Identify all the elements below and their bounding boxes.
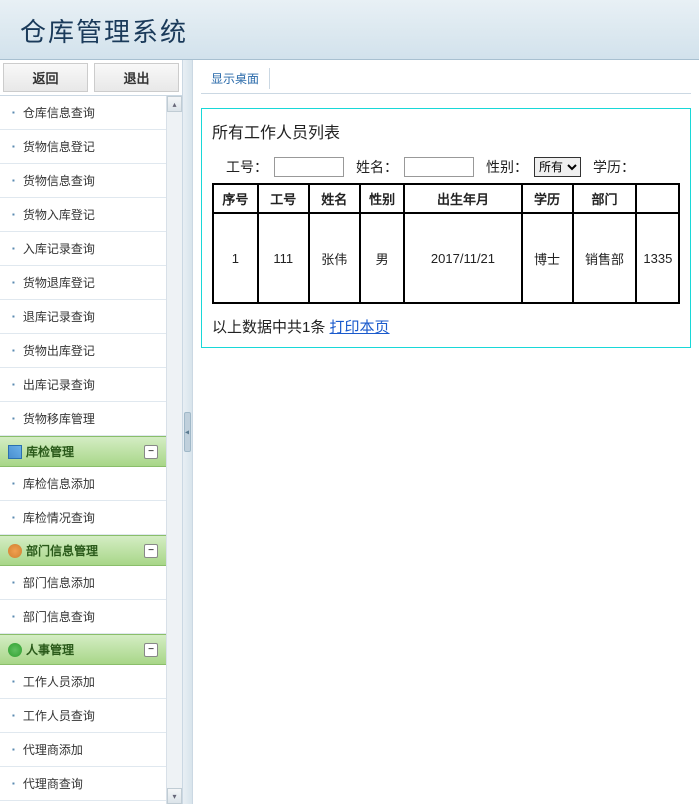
sidebar-item[interactable]: 部门信息添加 bbox=[0, 566, 166, 600]
print-link[interactable]: 打印本页 bbox=[330, 319, 390, 336]
splitter[interactable] bbox=[183, 60, 193, 804]
sidebar-menu: 仓库信息查询 货物信息登记 货物信息查询 货物入库登记 入库记录查询 货物退库登… bbox=[0, 96, 166, 804]
section-label: 库检管理 bbox=[26, 443, 74, 460]
cell-birth: 2017/11/21 bbox=[404, 213, 521, 303]
sidebar-item[interactable]: 代理商添加 bbox=[0, 733, 166, 767]
scroll-down-icon[interactable]: ▾ bbox=[167, 788, 182, 804]
sidebar-item[interactable]: 货物信息查询 bbox=[0, 164, 166, 198]
tab-bar: 显示桌面 bbox=[201, 64, 691, 94]
cell-name: 张伟 bbox=[309, 213, 360, 303]
table-header-row: 序号 工号 姓名 性别 出生年月 学历 部门 bbox=[213, 184, 679, 213]
filter-label-edu: 学历： bbox=[593, 157, 635, 177]
filter-row: 工号： 姓名： 性别： 所有 学历： bbox=[212, 153, 680, 181]
app-header: 仓库管理系统 bbox=[0, 0, 699, 60]
panel-title: 所有工作人员列表 bbox=[212, 119, 680, 143]
footer-count: 以上数据中共1条 bbox=[212, 319, 325, 336]
sidebar-item[interactable]: 出库记录查询 bbox=[0, 368, 166, 402]
staff-list-panel: 所有工作人员列表 工号： 姓名： 性别： 所有 学历： bbox=[201, 108, 691, 348]
col-name: 姓名 bbox=[309, 184, 360, 213]
top-button-row: 返回 退出 bbox=[0, 60, 182, 96]
sidebar-item[interactable]: 货物退库登记 bbox=[0, 266, 166, 300]
grid-icon bbox=[8, 445, 22, 459]
sidebar-item[interactable]: 代理商查询 bbox=[0, 767, 166, 801]
filter-label-empid: 工号： bbox=[226, 157, 268, 177]
exit-button[interactable]: 退出 bbox=[94, 63, 179, 92]
sidebar-item[interactable]: 货物入库登记 bbox=[0, 198, 166, 232]
panel-footer: 以上数据中共1条 打印本页 bbox=[212, 316, 680, 337]
col-dept: 部门 bbox=[573, 184, 637, 213]
filter-label-gender: 性别： bbox=[486, 157, 528, 177]
section-label: 人事管理 bbox=[26, 641, 74, 658]
section-label: 部门信息管理 bbox=[26, 542, 98, 559]
col-extra bbox=[636, 184, 679, 213]
splitter-handle-icon[interactable] bbox=[184, 412, 191, 452]
cell-empid: 111 bbox=[258, 213, 309, 303]
cell-extra: 1335 bbox=[636, 213, 679, 303]
sidebar-item[interactable]: 入库记录查询 bbox=[0, 232, 166, 266]
cell-gender: 男 bbox=[360, 213, 405, 303]
person-icon bbox=[8, 643, 22, 657]
col-seq: 序号 bbox=[213, 184, 258, 213]
cell-seq: 1 bbox=[213, 213, 258, 303]
section-header-inspection[interactable]: 库检管理 − bbox=[0, 436, 166, 467]
content-area: 显示桌面 所有工作人员列表 工号： 姓名： 性别： 所有 学历： bbox=[193, 60, 699, 804]
section-header-dept[interactable]: 部门信息管理 − bbox=[0, 535, 166, 566]
sidebar-item[interactable]: 货物出库登记 bbox=[0, 334, 166, 368]
sidebar-item[interactable]: 退库记录查询 bbox=[0, 300, 166, 334]
sidebar-item[interactable]: 仓库信息查询 bbox=[0, 96, 166, 130]
filter-input-name[interactable] bbox=[404, 157, 474, 177]
collapse-icon[interactable]: − bbox=[144, 643, 158, 657]
sidebar-item[interactable]: 货物信息登记 bbox=[0, 130, 166, 164]
cell-dept: 销售部 bbox=[573, 213, 637, 303]
col-gender: 性别 bbox=[360, 184, 405, 213]
col-birth: 出生年月 bbox=[404, 184, 521, 213]
table-row[interactable]: 1 111 张伟 男 2017/11/21 博士 销售部 1335 bbox=[213, 213, 679, 303]
tab-desktop[interactable]: 显示桌面 bbox=[201, 68, 270, 89]
people-icon bbox=[8, 544, 22, 558]
sidebar: 返回 退出 仓库信息查询 货物信息登记 货物信息查询 货物入库登记 入库记录查询… bbox=[0, 60, 183, 804]
sidebar-item[interactable]: 库检情况查询 bbox=[0, 501, 166, 535]
filter-label-name: 姓名： bbox=[356, 157, 398, 177]
sidebar-item[interactable]: 部门信息查询 bbox=[0, 600, 166, 634]
sidebar-item[interactable]: 工作人员查询 bbox=[0, 699, 166, 733]
collapse-icon[interactable]: − bbox=[144, 544, 158, 558]
sidebar-scrollbar[interactable]: ▴ ▾ bbox=[166, 96, 182, 804]
back-button[interactable]: 返回 bbox=[3, 63, 88, 92]
filter-input-empid[interactable] bbox=[274, 157, 344, 177]
sidebar-item[interactable]: 库检信息添加 bbox=[0, 467, 166, 501]
section-header-hr[interactable]: 人事管理 − bbox=[0, 634, 166, 665]
scroll-up-icon[interactable]: ▴ bbox=[167, 96, 182, 112]
filter-select-gender[interactable]: 所有 bbox=[534, 157, 581, 177]
col-empid: 工号 bbox=[258, 184, 309, 213]
scroll-track[interactable] bbox=[167, 112, 182, 788]
sidebar-item[interactable]: 工作人员添加 bbox=[0, 665, 166, 699]
col-edu: 学历 bbox=[522, 184, 573, 213]
main-layout: 返回 退出 仓库信息查询 货物信息登记 货物信息查询 货物入库登记 入库记录查询… bbox=[0, 60, 699, 804]
app-title: 仓库管理系统 bbox=[20, 12, 679, 49]
collapse-icon[interactable]: − bbox=[144, 445, 158, 459]
cell-edu: 博士 bbox=[522, 213, 573, 303]
staff-table: 序号 工号 姓名 性别 出生年月 学历 部门 1 111 张伟 bbox=[212, 183, 680, 304]
sidebar-item[interactable]: 货物移库管理 bbox=[0, 402, 166, 436]
